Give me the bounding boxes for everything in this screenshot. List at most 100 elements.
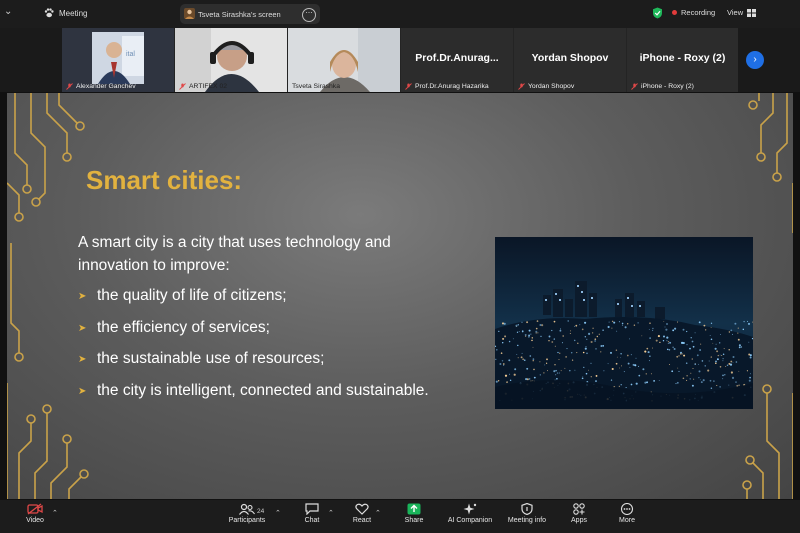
city-light (738, 346, 741, 349)
participant-tile[interactable]: Prof.Dr.Anurag... Prof.Dr.Anurag Hazarik… (401, 28, 513, 92)
react-button[interactable]: React (349, 503, 375, 524)
city-light (595, 348, 597, 350)
slide-bullet-list: ➤ the quality of life of citizens; ➤ the e… (78, 287, 429, 413)
more-options-icon[interactable]: ⋯ (302, 8, 316, 22)
city-light (525, 378, 528, 381)
city-light (715, 343, 717, 345)
participant-tile[interactable]: Yordan Shopov Yordan Shopov (514, 28, 626, 92)
city-light (740, 346, 743, 348)
city-light (520, 356, 523, 359)
ai-companion-button[interactable]: AI Companion (446, 503, 494, 524)
city-light (588, 369, 590, 371)
participant-name: Prof.Dr.Anurag Hazarika (405, 83, 489, 90)
city-light (553, 320, 556, 323)
video-button[interactable]: Video (22, 503, 48, 524)
react-label: React (352, 517, 372, 524)
city-light (501, 341, 504, 344)
city-light (726, 364, 729, 367)
city-light (731, 333, 734, 335)
participant-tile[interactable]: ARTIFEX 02 (175, 28, 287, 92)
city-light (634, 364, 637, 367)
heart-icon (355, 503, 369, 515)
city-light (528, 378, 531, 380)
city-light (650, 373, 652, 375)
city-light (535, 332, 537, 334)
city-light (738, 344, 741, 347)
city-light (610, 351, 612, 354)
meeting-label: Meeting (59, 8, 88, 18)
city-light (625, 386, 627, 389)
view-button[interactable]: View (727, 8, 757, 17)
city-light (731, 376, 735, 379)
city-light (613, 321, 616, 324)
city-light (584, 321, 587, 324)
city-light (509, 379, 512, 382)
video-options-caret-icon[interactable]: ⌃ (52, 509, 58, 517)
participant-tile[interactable]: iPhone - Roxy (2) iPhone - Roxy (2) (627, 28, 738, 92)
city-light (498, 330, 500, 333)
participant-tile[interactable]: ital Alexander Ganchev (62, 28, 174, 92)
city-light (666, 336, 669, 339)
city-light (553, 338, 555, 340)
city-light (709, 334, 711, 337)
apps-icon (573, 503, 585, 515)
city-light (621, 322, 624, 325)
chat-button[interactable]: Chat (300, 503, 324, 524)
screen-share-indicator[interactable]: Tsveta Sirashka's screen ⋯ (180, 4, 320, 24)
participant-tile-active[interactable]: Tsveta Sirashka (288, 28, 400, 92)
next-page-button[interactable]: › (746, 51, 764, 69)
city-light (696, 354, 699, 357)
city-light (734, 322, 737, 325)
city-light (502, 337, 505, 340)
city-light (719, 342, 721, 344)
participants-options-caret-icon[interactable]: ⌃ (275, 509, 281, 517)
city-light (737, 332, 739, 334)
city-light (698, 370, 701, 373)
city-light (686, 379, 688, 381)
city-light (704, 365, 706, 367)
city-light (501, 360, 504, 362)
city-light (645, 373, 648, 375)
slide-title: Smart cities: (86, 165, 243, 195)
city-light (648, 328, 650, 330)
chevron-down-icon[interactable]: ⌄ (4, 6, 12, 17)
city-light (621, 324, 624, 326)
city-light (749, 376, 751, 379)
city-light (666, 323, 668, 325)
list-item: ➤ the sustainable use of resources; (78, 350, 325, 367)
apps-button[interactable]: Apps (568, 503, 590, 524)
shield-info-icon (521, 503, 533, 515)
city-light (728, 349, 730, 351)
city-light (715, 362, 717, 364)
chat-options-caret-icon[interactable]: ⌃ (328, 509, 334, 517)
city-light (663, 321, 665, 323)
meeting-menu[interactable]: Meeting (44, 8, 87, 18)
city-light (500, 352, 503, 354)
city-light (662, 340, 665, 342)
city-light (738, 370, 740, 372)
city-light (738, 384, 740, 386)
recording-indicator[interactable]: Recording (672, 8, 715, 17)
city-light (531, 337, 534, 339)
city-light (676, 321, 679, 323)
city-light (620, 357, 622, 359)
city-light (582, 376, 584, 378)
react-options-caret-icon[interactable]: ⌃ (375, 509, 381, 517)
paw-icon (44, 8, 54, 18)
more-button[interactable]: More (616, 503, 638, 524)
city-light (618, 385, 620, 387)
share-screen-button[interactable]: Share (400, 503, 428, 524)
city-light (556, 377, 558, 380)
meeting-info-button[interactable]: Meeting info (505, 503, 549, 524)
city-light (611, 327, 613, 329)
city-light (523, 359, 526, 362)
city-light (513, 373, 516, 376)
shield-check-icon[interactable] (652, 7, 663, 19)
city-light (594, 338, 597, 341)
city-light (588, 332, 591, 335)
city-light (573, 339, 576, 342)
city-light (668, 349, 671, 351)
city-light (749, 373, 752, 375)
city-light (644, 350, 647, 353)
city-light (708, 360, 710, 362)
